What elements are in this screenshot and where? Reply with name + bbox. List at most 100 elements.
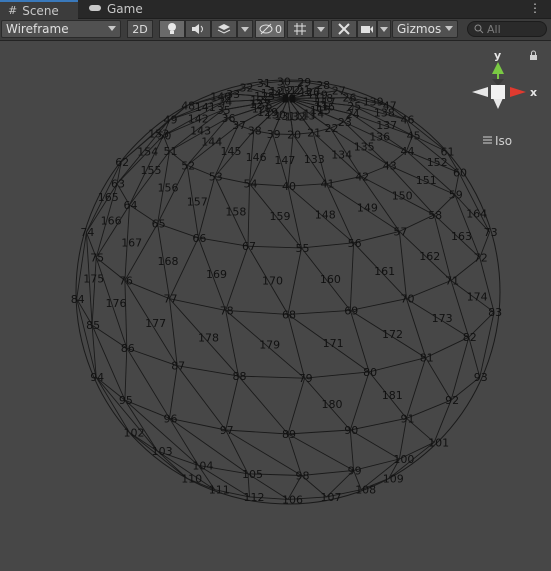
vertex-label: 68 bbox=[282, 308, 296, 321]
vertex-label: 176 bbox=[106, 297, 127, 310]
search-input[interactable]: All bbox=[467, 21, 547, 37]
vertex-label: 66 bbox=[192, 232, 206, 245]
vertex-label: 48 bbox=[181, 100, 195, 113]
projection-label[interactable]: Iso bbox=[495, 134, 512, 148]
tab-scene[interactable]: # Scene bbox=[0, 0, 78, 19]
speaker-icon bbox=[192, 24, 203, 34]
vertex-label: 95 bbox=[119, 394, 133, 407]
vertex-label: 109 bbox=[383, 473, 404, 486]
vertex-label: 108 bbox=[355, 484, 376, 497]
shading-mode-dropdown[interactable]: Wireframe bbox=[1, 20, 121, 38]
vertex-label: 171 bbox=[323, 337, 344, 350]
vertex-label: 55 bbox=[296, 242, 310, 255]
vertex-label: 92 bbox=[445, 394, 459, 407]
effects-dropdown-button[interactable] bbox=[237, 20, 253, 38]
vertex-label: 104 bbox=[192, 459, 213, 472]
vertex-label: 67 bbox=[242, 240, 256, 253]
vertex-label: 174 bbox=[467, 290, 488, 303]
vertex-label: 152 bbox=[427, 156, 448, 169]
vertex-label: 149 bbox=[357, 202, 378, 215]
chevron-down-icon bbox=[445, 26, 453, 31]
vertex-label: 103 bbox=[152, 445, 173, 458]
vertex-label: 59 bbox=[449, 189, 463, 202]
vertex-label: 105 bbox=[242, 468, 263, 481]
gizmo-center-cube-icon[interactable] bbox=[491, 85, 505, 99]
vertex-label: 32 bbox=[240, 82, 254, 95]
tab-game[interactable]: Game bbox=[80, 0, 150, 18]
vertex-label: 144 bbox=[201, 136, 222, 149]
grid-snap-icon bbox=[294, 23, 306, 35]
scene-viewport[interactable]: 01234567891011121314151617181920 21 22 2324… bbox=[0, 41, 551, 571]
vertex-label: 150 bbox=[392, 190, 413, 203]
camera-icon bbox=[361, 26, 373, 33]
vertex-label: 98 bbox=[296, 470, 310, 483]
vertex-label: 136 bbox=[369, 131, 390, 144]
gizmos-dropdown[interactable]: Gizmos bbox=[392, 20, 458, 38]
vertex-label: 166 bbox=[101, 215, 122, 228]
vertex-label: 53 bbox=[209, 171, 223, 184]
vertex-label: 158 bbox=[225, 205, 246, 218]
audio-toggle-button[interactable] bbox=[185, 20, 211, 38]
chevron-down-icon bbox=[108, 26, 116, 31]
gizmos-label: Gizmos bbox=[397, 22, 442, 36]
vertex-label: 73 bbox=[484, 226, 498, 239]
camera-button[interactable] bbox=[357, 20, 377, 38]
vertex-label: 76 bbox=[119, 275, 133, 288]
effects-toggle-button[interactable] bbox=[211, 20, 237, 38]
vertex-label: 133 bbox=[304, 153, 325, 166]
vertex-label: 40 bbox=[282, 180, 296, 193]
vertex-label: 173 bbox=[432, 312, 453, 325]
scene-visibility-button[interactable]: 0 bbox=[255, 20, 285, 38]
vertex-label: 107 bbox=[321, 491, 342, 504]
vertex-label: 112 bbox=[244, 491, 265, 504]
vertex-label: 148 bbox=[315, 209, 336, 222]
vertex-label: 102 bbox=[124, 427, 145, 440]
chevron-down-icon bbox=[241, 26, 249, 32]
lighting-toggle-button[interactable] bbox=[159, 20, 185, 38]
vertex-label: 93 bbox=[474, 371, 488, 384]
vertex-label: 181 bbox=[382, 389, 403, 402]
vertex-label: 52 bbox=[181, 159, 195, 172]
kebab-menu-icon[interactable]: ⋮ bbox=[529, 1, 541, 15]
vertex-label: 153 bbox=[148, 128, 169, 141]
vertex-label: 42 bbox=[355, 171, 369, 184]
vertex-label: 81 bbox=[420, 352, 434, 365]
vertex-label: 110 bbox=[181, 473, 202, 486]
vertex-label: 44 bbox=[401, 145, 415, 158]
layers-icon bbox=[217, 24, 231, 34]
vertex-label: 177 bbox=[145, 317, 166, 330]
vertex-label: 172 bbox=[382, 328, 403, 341]
vertex-label: 51 bbox=[164, 145, 178, 158]
vertex-label: 146 bbox=[246, 151, 267, 164]
tools-icon bbox=[338, 23, 350, 35]
vertex-label: 132 bbox=[285, 111, 306, 124]
vertex-label: 71 bbox=[445, 275, 459, 288]
chevron-down-icon bbox=[380, 26, 388, 32]
vertex-label: 20 bbox=[287, 129, 301, 142]
vertex-label: 79 bbox=[299, 372, 313, 385]
vertex-label: 139 bbox=[363, 96, 384, 109]
vertex-label: 38 bbox=[248, 125, 262, 138]
vertex-label: 54 bbox=[244, 178, 258, 191]
vertex-label: 167 bbox=[121, 237, 142, 250]
vertex-label: 164 bbox=[466, 207, 487, 220]
camera-dropdown-button[interactable] bbox=[377, 20, 391, 38]
vertex-label: 64 bbox=[124, 199, 138, 212]
vertex-label: 62 bbox=[115, 156, 129, 169]
vertex-label: 111 bbox=[209, 484, 230, 497]
vertex-label: 69 bbox=[344, 304, 358, 317]
vertex-label: 77 bbox=[164, 293, 178, 306]
vertex-label: 41 bbox=[321, 178, 335, 191]
vertex-label: 101 bbox=[428, 436, 449, 449]
vertex-label: 72 bbox=[474, 252, 488, 265]
vertex-label: 151 bbox=[416, 174, 437, 187]
grid-dropdown-button[interactable] bbox=[313, 20, 329, 38]
grid-toggle-button[interactable] bbox=[287, 20, 313, 38]
vertex-label: 99 bbox=[348, 464, 362, 477]
tools-button[interactable] bbox=[331, 20, 357, 38]
vertex-label: 88 bbox=[233, 370, 247, 383]
vertex-label: 49 bbox=[164, 114, 178, 127]
vertex-label: 75 bbox=[90, 252, 104, 265]
vertex-label: 74 bbox=[80, 226, 94, 239]
2d-toggle-button[interactable]: 2D bbox=[127, 20, 153, 38]
